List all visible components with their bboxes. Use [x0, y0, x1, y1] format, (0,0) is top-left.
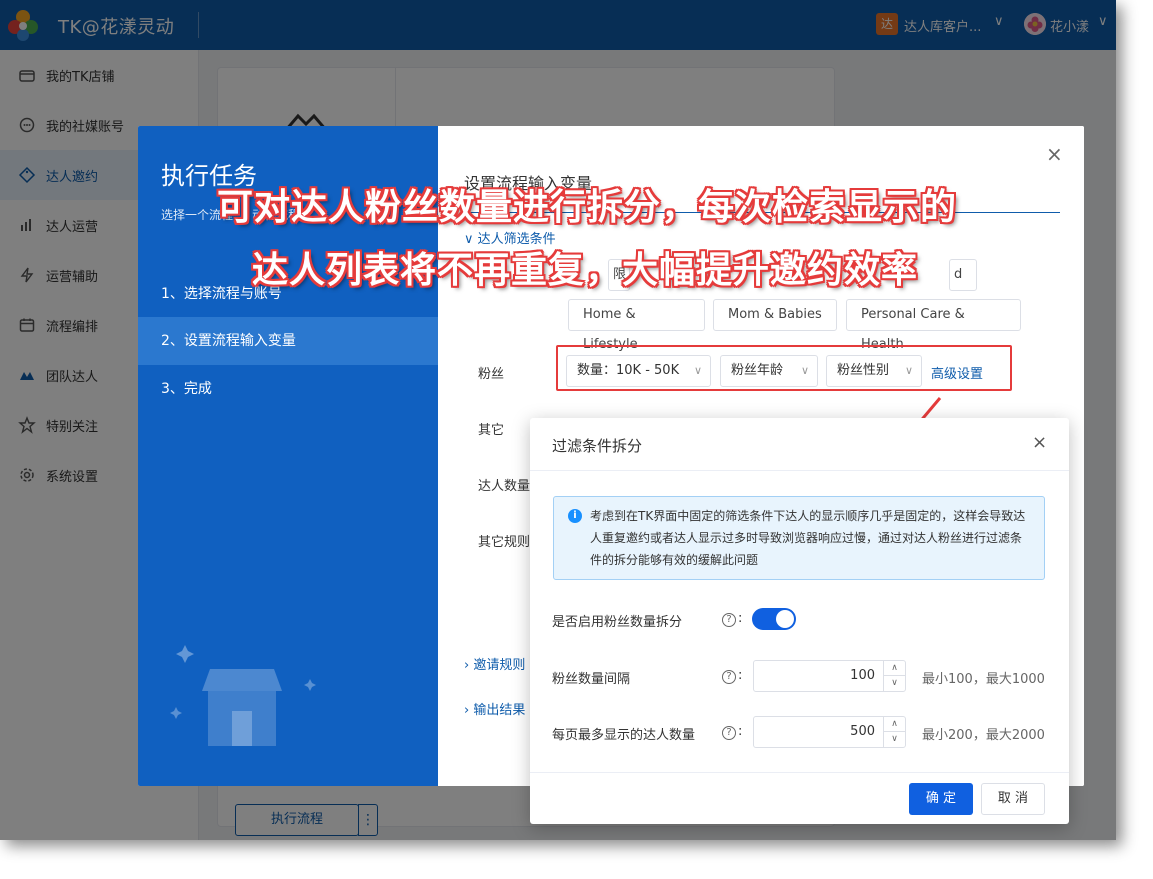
fans-label: 粉丝 — [478, 367, 505, 382]
enable-split-toggle[interactable] — [752, 608, 796, 630]
help-icon[interactable]: ? — [722, 613, 736, 627]
annotation-highlight-box — [556, 345, 1012, 391]
interval-value: 100 — [850, 668, 875, 683]
info-alert: i 考虑到在TK界面中固定的筛选条件下达人的显示顺序几乎是固定的，这样会导致达人… — [553, 496, 1045, 580]
colon: : — [738, 724, 743, 739]
category-chip-mom-babies[interactable]: Mom & Babies — [713, 299, 837, 331]
shop-illustration-icon — [170, 645, 316, 746]
annotation-headline-line1: 可对达人粉丝数量进行拆分，每次检索显示的 — [217, 187, 958, 228]
cancel-button[interactable]: 取 消 — [981, 783, 1045, 815]
category-chip-home-lifestyle[interactable]: Home & Lifestyle — [568, 299, 705, 352]
page-max-input[interactable]: 500 ∧ ∨ — [753, 716, 906, 748]
divider — [530, 772, 1069, 773]
other-label: 其它 — [478, 423, 505, 438]
colon: : — [738, 668, 743, 683]
interval-label: 粉丝数量间隔 — [552, 672, 631, 687]
colon: : — [738, 611, 743, 626]
toggle-knob — [776, 610, 794, 628]
dialog-title: 过滤条件拆分 — [552, 437, 643, 455]
enable-split-label: 是否启用粉丝数量拆分 — [552, 615, 683, 630]
page-max-label: 每页最多显示的达人数量 — [552, 728, 696, 743]
chevron-up-icon[interactable]: ∧ — [884, 717, 905, 732]
category-chip[interactable]: d — [949, 259, 977, 291]
page-max-hint: 最小200，最大2000 — [922, 728, 1045, 743]
help-icon[interactable]: ? — [722, 726, 736, 740]
page-max-stepper[interactable]: ∧ ∨ — [883, 717, 905, 747]
divider — [530, 470, 1069, 471]
close-icon[interactable]: × — [1046, 142, 1063, 166]
close-icon[interactable]: × — [1032, 432, 1047, 453]
page-max-value: 500 — [850, 724, 875, 739]
category-chip-personal-care[interactable]: Personal Care & Health — [846, 299, 1021, 352]
step-set-variables[interactable]: 2、设置流程输入变量 — [138, 317, 438, 365]
filter-split-dialog: 过滤条件拆分 × i 考虑到在TK界面中固定的筛选条件下达人的显示顺序几乎是固定… — [530, 418, 1069, 824]
interval-stepper[interactable]: ∧ ∨ — [883, 661, 905, 691]
step-finish[interactable]: 3、完成 — [138, 365, 438, 413]
interval-hint: 最小100，最大1000 — [922, 672, 1045, 687]
interval-input[interactable]: 100 ∧ ∨ — [753, 660, 906, 692]
chevron-down-icon[interactable]: ∨ — [884, 732, 905, 747]
other-rules-label: 其它规则 — [478, 535, 531, 550]
app-window: TK@花漾灵动 达 达人库客户... ∨ 花小漾 ∨ 我的TK店铺 我的社媒账号 — [0, 0, 1116, 840]
help-icon[interactable]: ? — [722, 670, 736, 684]
info-text: 考虑到在TK界面中固定的筛选条件下达人的显示顺序几乎是固定的，这样会导致达人重复… — [590, 509, 1026, 567]
invite-rules-toggle[interactable]: › 邀请规则 — [464, 654, 525, 673]
info-icon: i — [568, 509, 582, 523]
chevron-up-icon[interactable]: ∧ — [884, 661, 905, 676]
chevron-down-icon[interactable]: ∨ — [884, 676, 905, 691]
talent-count-label: 达人数量 — [478, 479, 531, 494]
confirm-button[interactable]: 确 定 — [909, 783, 973, 815]
annotation-headline-line2: 达人列表将不再重复，大幅提升邀约效率 — [252, 250, 919, 291]
output-result-toggle[interactable]: › 输出结果 — [464, 699, 525, 718]
